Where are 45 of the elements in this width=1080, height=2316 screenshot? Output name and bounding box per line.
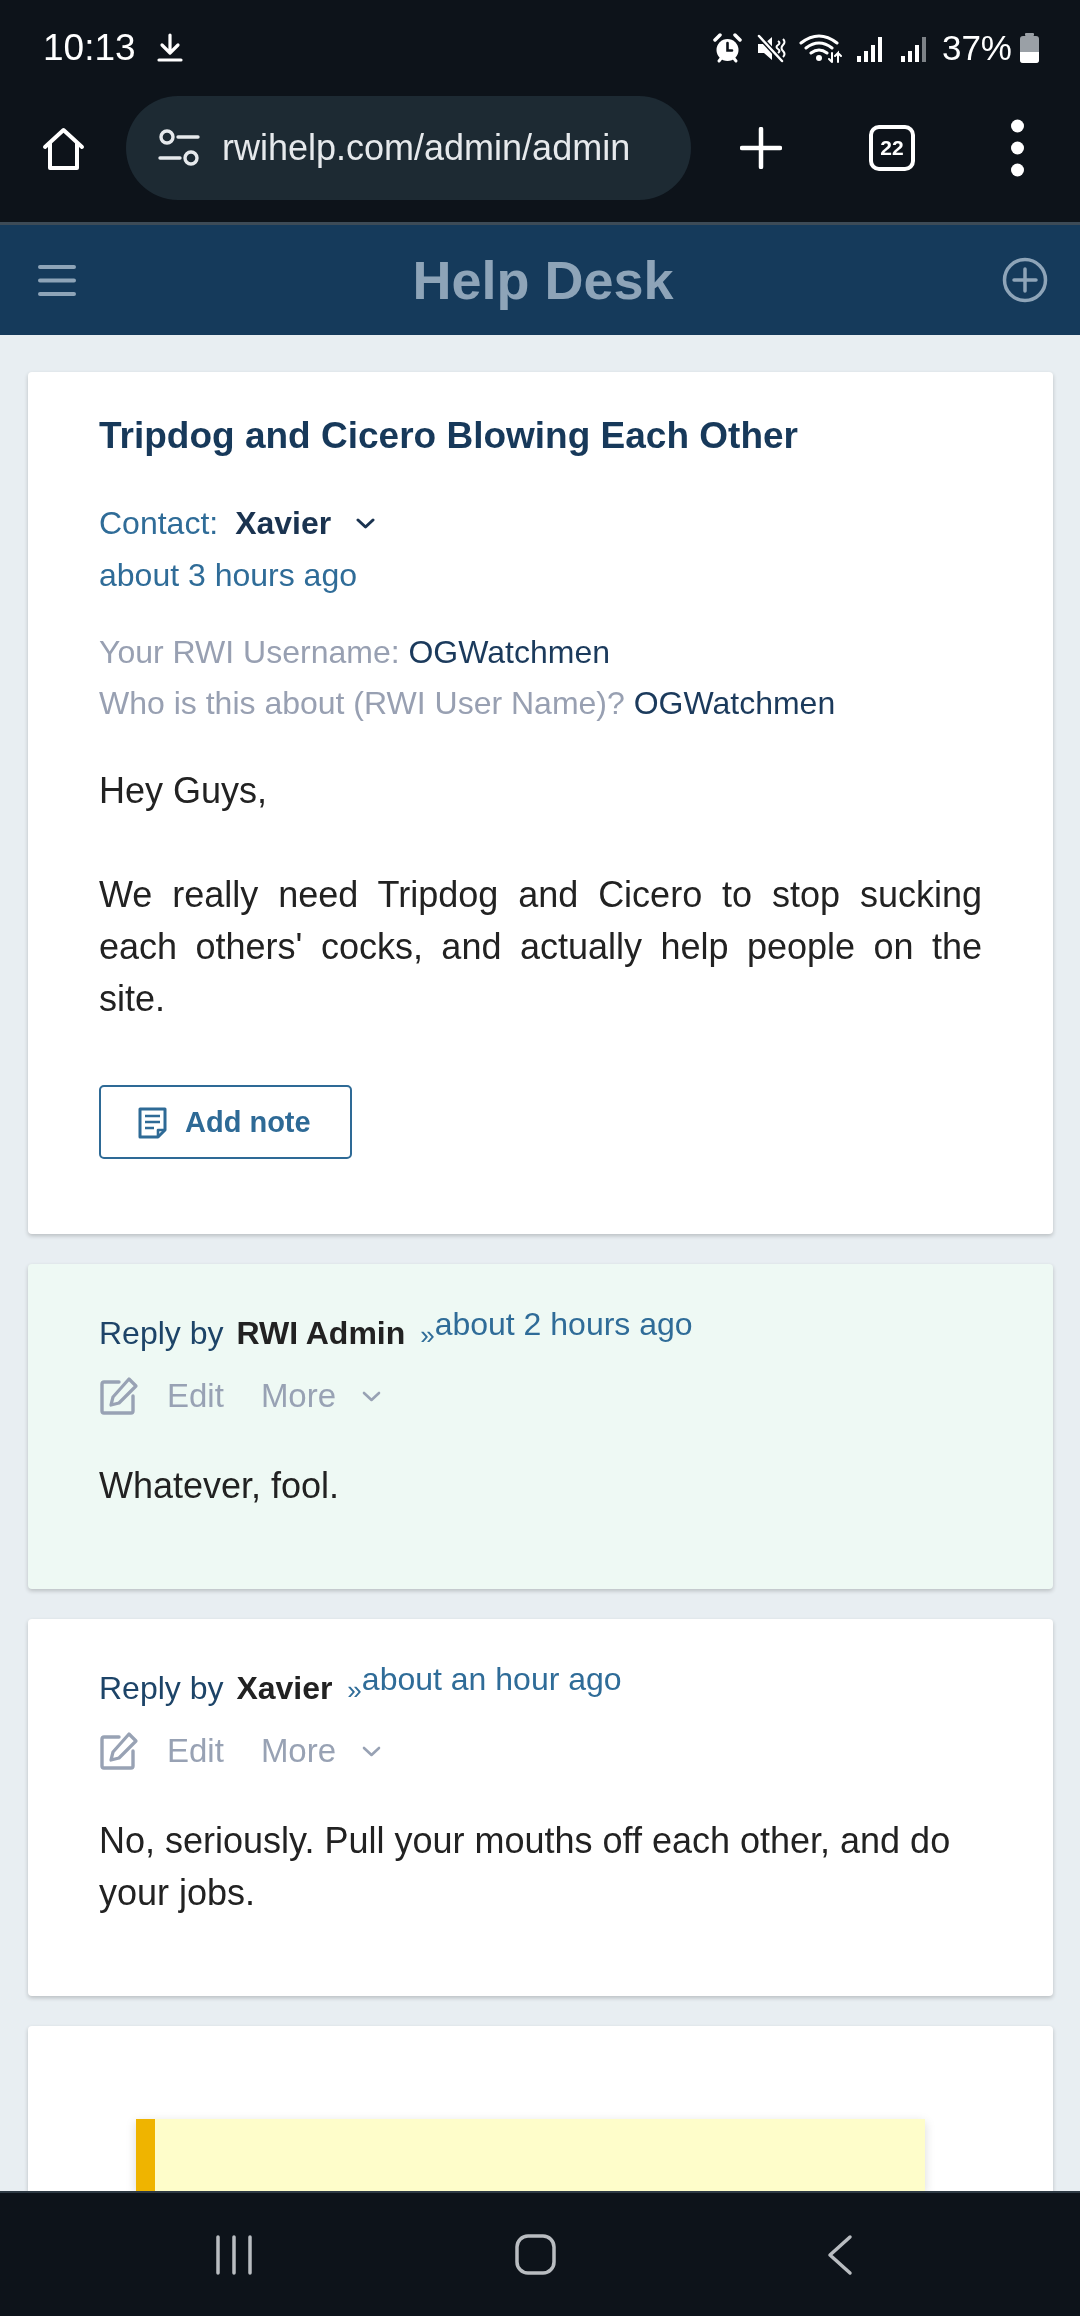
app-title: Help Desk <box>412 249 674 312</box>
caret-icon <box>362 1745 382 1757</box>
field-label: Who is this about (RWI User Name)? <box>99 685 625 721</box>
clock-time: 10:13 <box>43 26 136 70</box>
contact-dropdown[interactable]: Xavier <box>235 497 376 549</box>
add-circle-icon[interactable] <box>1002 257 1048 303</box>
timestamp-link[interactable]: about 3 hours ago <box>99 557 357 593</box>
edit-icon <box>99 1731 139 1771</box>
reply-by-label: Reply by <box>99 1670 224 1706</box>
more-icon[interactable] <box>1009 118 1026 178</box>
menu-icon[interactable] <box>38 263 76 297</box>
ticket-title: Tripdog and Cicero Blowing Each Other <box>99 414 799 458</box>
address-bar[interactable]: rwihelp.com/admin/admin <box>126 96 691 200</box>
field-value: OGWatchmen <box>633 685 836 721</box>
battery-percent: 37% <box>941 27 1012 69</box>
tab-switcher-button[interactable]: 22 <box>869 125 915 171</box>
new-tab-icon[interactable] <box>740 127 782 169</box>
download-icon <box>156 33 183 63</box>
timestamp-link[interactable]: about an hour ago <box>361 1661 622 1697</box>
back-icon[interactable] <box>826 2233 853 2276</box>
timestamp-link[interactable]: about 2 hours ago <box>434 1306 693 1342</box>
separator: » <box>347 1675 362 1705</box>
field-label: Your RWI Username: <box>99 634 400 670</box>
author-name: RWI Admin <box>236 1315 406 1351</box>
caret-icon <box>356 517 376 529</box>
wifi-icon <box>798 32 842 64</box>
recent-apps-icon[interactable] <box>215 2234 253 2275</box>
caret-icon <box>362 1390 382 1402</box>
message-paragraph: Hey Guys, <box>99 769 269 813</box>
reply-text: Whatever, fool. <box>99 1464 341 1508</box>
muted-speaker-icon <box>755 32 787 64</box>
note-icon <box>137 1105 168 1139</box>
add-note-button[interactable]: Add note <box>99 1085 352 1159</box>
message-paragraph: We really need Tripdog and Cicero to stop sucking each others' cocks, and actually help people on the site. <box>99 873 982 1021</box>
alarm-clock-icon <box>711 32 743 64</box>
edit-icon <box>99 1376 139 1416</box>
reply-text: No, seriously. Pull your mouths off each other, and do your jobs. <box>99 1819 952 1915</box>
home-button-icon[interactable] <box>515 2234 556 2275</box>
field-value: OGWatchmen <box>408 634 610 670</box>
separator: » <box>420 1320 435 1350</box>
contact-label: Contact: <box>99 504 219 543</box>
reply-by-label: Reply by <box>99 1315 224 1351</box>
author-name: Xavier <box>236 1670 333 1706</box>
battery-icon <box>1019 33 1040 63</box>
sliders-icon <box>158 127 200 169</box>
